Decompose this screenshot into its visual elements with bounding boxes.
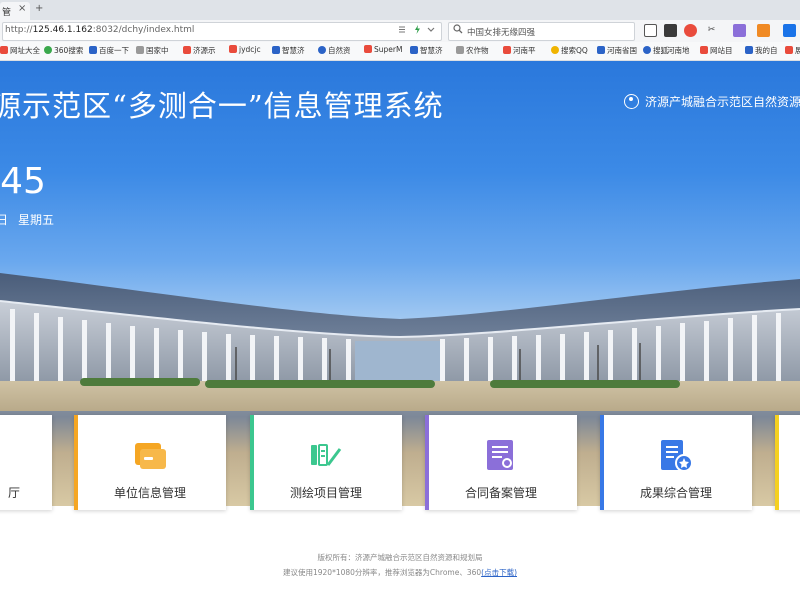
card-label: 测绘项目管理 (289, 486, 362, 500)
tab-title: 管 (2, 8, 12, 18)
module-card-unit-info[interactable]: 单位信息管理 (74, 415, 226, 510)
results-folder-icon (658, 437, 694, 473)
url-host: 125.46.1.162 (32, 25, 93, 35)
menu-icon[interactable] (783, 24, 796, 37)
card-label: 单位信息管理 (113, 486, 186, 500)
module-card-hall[interactable]: 厅 (0, 415, 52, 510)
card-label: 厅 (8, 486, 21, 500)
card-label: 成果综合管理 (639, 486, 712, 500)
url-text: http://125.46.1.162:8032/dchy/index.html (5, 25, 194, 35)
page-title: 源示范区“多测合一”信息管理系统 (0, 89, 444, 123)
date-line: 日星期五 (0, 211, 64, 228)
bookmarks-bar: 网址大全 360搜索 百度一下 国家中 济源示 jydcjc 智慧济 自然资 S… (0, 42, 800, 61)
bookmark-item[interactable]: 自然资 (318, 45, 351, 56)
hedge (490, 380, 680, 388)
download-link[interactable]: (点击下载) (481, 568, 517, 577)
bookmark-item[interactable]: 智慧济 (410, 45, 443, 56)
copyright-text: 版权所有：济源产城融合示范区自然资源和规划局 (317, 553, 483, 562)
card-label: 合同备案管理 (464, 486, 537, 500)
hedge (80, 378, 200, 386)
date-text: 日 (0, 213, 9, 227)
bookmark-item[interactable]: 河南省国 (597, 45, 637, 56)
extension-icon[interactable] (733, 24, 746, 37)
chevron-down-icon[interactable] (427, 25, 435, 36)
module-card-contract-filing[interactable]: 合同备案管理 (425, 415, 577, 510)
browser-search-field[interactable]: 中国女排无缘四强 (448, 22, 635, 41)
bookmark-item[interactable]: 360搜索 (44, 45, 83, 56)
bookmark-item[interactable]: 百度一下 (89, 45, 129, 56)
browser-recommendation: 建议使用1920*1080分辨率，推荐浏览器为Chrome、360(点击下载) (282, 568, 517, 577)
weibo-icon[interactable] (684, 24, 697, 37)
page-footer: 版权所有：济源产城融合示范区自然资源和规划局 建议使用1920*1080分辨率，… (0, 550, 800, 580)
address-bar-row: http://125.46.1.162:8032/dchy/index.html… (0, 20, 800, 43)
close-tab-icon[interactable]: × (18, 3, 26, 14)
window-icon[interactable] (644, 24, 657, 37)
scissors-icon[interactable]: ✂ (705, 24, 718, 37)
url-suffix: :8032/dchy/index.html (92, 25, 195, 35)
bookmark-item[interactable]: 搜狐 (643, 45, 668, 56)
url-field[interactable]: http://125.46.1.162:8032/dchy/index.html (2, 22, 442, 41)
game-icon[interactable] (757, 24, 770, 37)
browser-tabstrip: 管 × + (0, 0, 800, 20)
bookmark-item[interactable]: 智慧济 (272, 45, 305, 56)
module-card-results[interactable]: 成果综合管理 (600, 415, 752, 510)
bookmark-item[interactable]: jydcjc (229, 45, 261, 54)
survey-edit-icon (308, 437, 344, 473)
bookmark-item[interactable]: 我的自 (745, 45, 778, 56)
bookmark-item[interactable]: 河南平 (503, 45, 536, 56)
bookmark-item[interactable]: 网站目 (700, 45, 733, 56)
module-card-partial[interactable] (775, 415, 800, 510)
search-text: 中国女排无缘四强 (467, 28, 536, 38)
url-prefix: http:// (5, 25, 33, 35)
module-card-survey-project[interactable]: 测绘项目管理 (250, 415, 402, 510)
bookmark-item[interactable]: 河南地 (667, 45, 690, 56)
bookmark-item[interactable]: 网址大全 (0, 45, 40, 56)
fast-mode-icon[interactable] (413, 25, 422, 37)
bookmark-item[interactable]: 农作物 (456, 45, 489, 56)
bookmark-item[interactable]: 展 (785, 45, 800, 56)
contract-doc-icon (483, 437, 519, 473)
weekday-text: 星期五 (18, 213, 55, 227)
dark-mode-icon[interactable] (664, 24, 677, 37)
new-tab-icon[interactable]: + (35, 3, 43, 14)
bookmark-item[interactable]: 国家中 (136, 45, 169, 56)
user-info[interactable]: 济源产城融合示范区自然资源和 (624, 93, 800, 110)
bookmark-item[interactable]: 济源示 (183, 45, 216, 56)
user-icon (624, 94, 639, 109)
user-label: 济源产城融合示范区自然资源和 (645, 95, 800, 109)
hedge (205, 380, 435, 388)
clock-time: :45 (0, 161, 46, 202)
bookmark-item[interactable]: SuperM (364, 45, 402, 54)
folder-card-icon (132, 437, 168, 473)
card-accent-bar (775, 415, 779, 510)
reader-mode-icon[interactable] (398, 25, 406, 37)
search-icon (453, 24, 463, 37)
bookmark-item[interactable]: 搜索QQ (551, 45, 588, 56)
